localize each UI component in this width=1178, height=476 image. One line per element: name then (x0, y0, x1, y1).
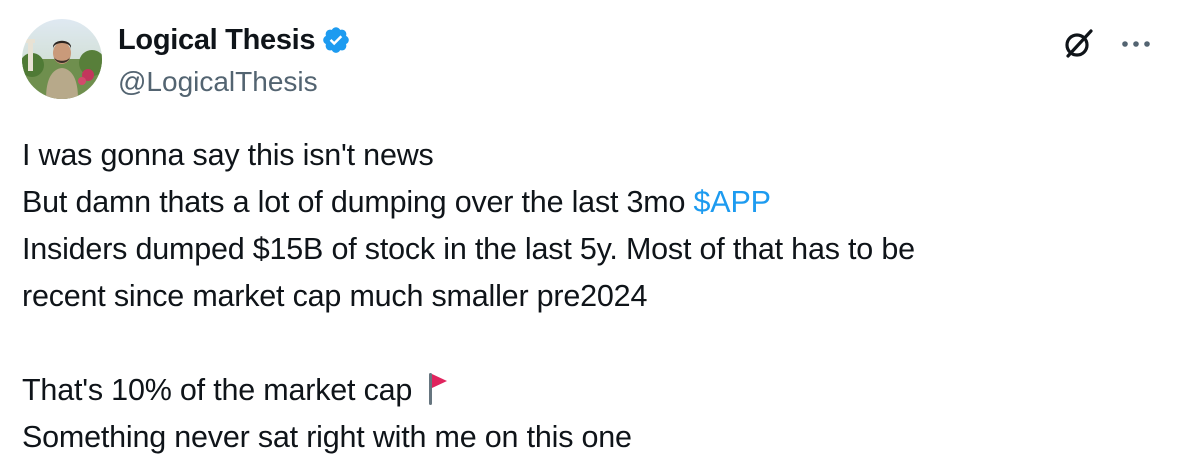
tweet: Logical Thesis @LogicalThesis I was gonn… (0, 0, 1178, 476)
grok-icon[interactable] (1062, 26, 1096, 60)
tweet-line-2: But damn thats a lot of dumping over the… (22, 179, 1152, 226)
tweet-line-5-text: That's 10% of the market cap (22, 373, 421, 407)
user-handle[interactable]: @LogicalThesis (118, 64, 351, 100)
cashtag-link[interactable]: $APP (694, 185, 771, 219)
tweet-line-1: I was gonna say this isn't news (22, 138, 434, 172)
verified-badge-icon[interactable] (321, 25, 351, 55)
avatar[interactable] (22, 19, 102, 99)
more-options-icon[interactable] (1116, 26, 1156, 60)
avatar-photo (22, 19, 102, 99)
tweet-line-5: That's 10% of the market cap (22, 367, 1152, 414)
display-name[interactable]: Logical Thesis (118, 22, 316, 58)
author-block: Logical Thesis @LogicalThesis (118, 22, 351, 100)
tweet-line-4: recent since market cap much smaller pre… (22, 279, 648, 313)
tweet-line-3: Insiders dumped $15B of stock in the las… (22, 232, 915, 266)
red-flag-emoji (426, 370, 450, 406)
tweet-text: I was gonna say this isn't news But damn… (22, 132, 1152, 461)
name-row: Logical Thesis (118, 22, 351, 58)
tweet-line-6: Something never sat right with me on thi… (22, 420, 632, 454)
tweet-line-2-text: But damn thats a lot of dumping over the… (22, 185, 694, 219)
